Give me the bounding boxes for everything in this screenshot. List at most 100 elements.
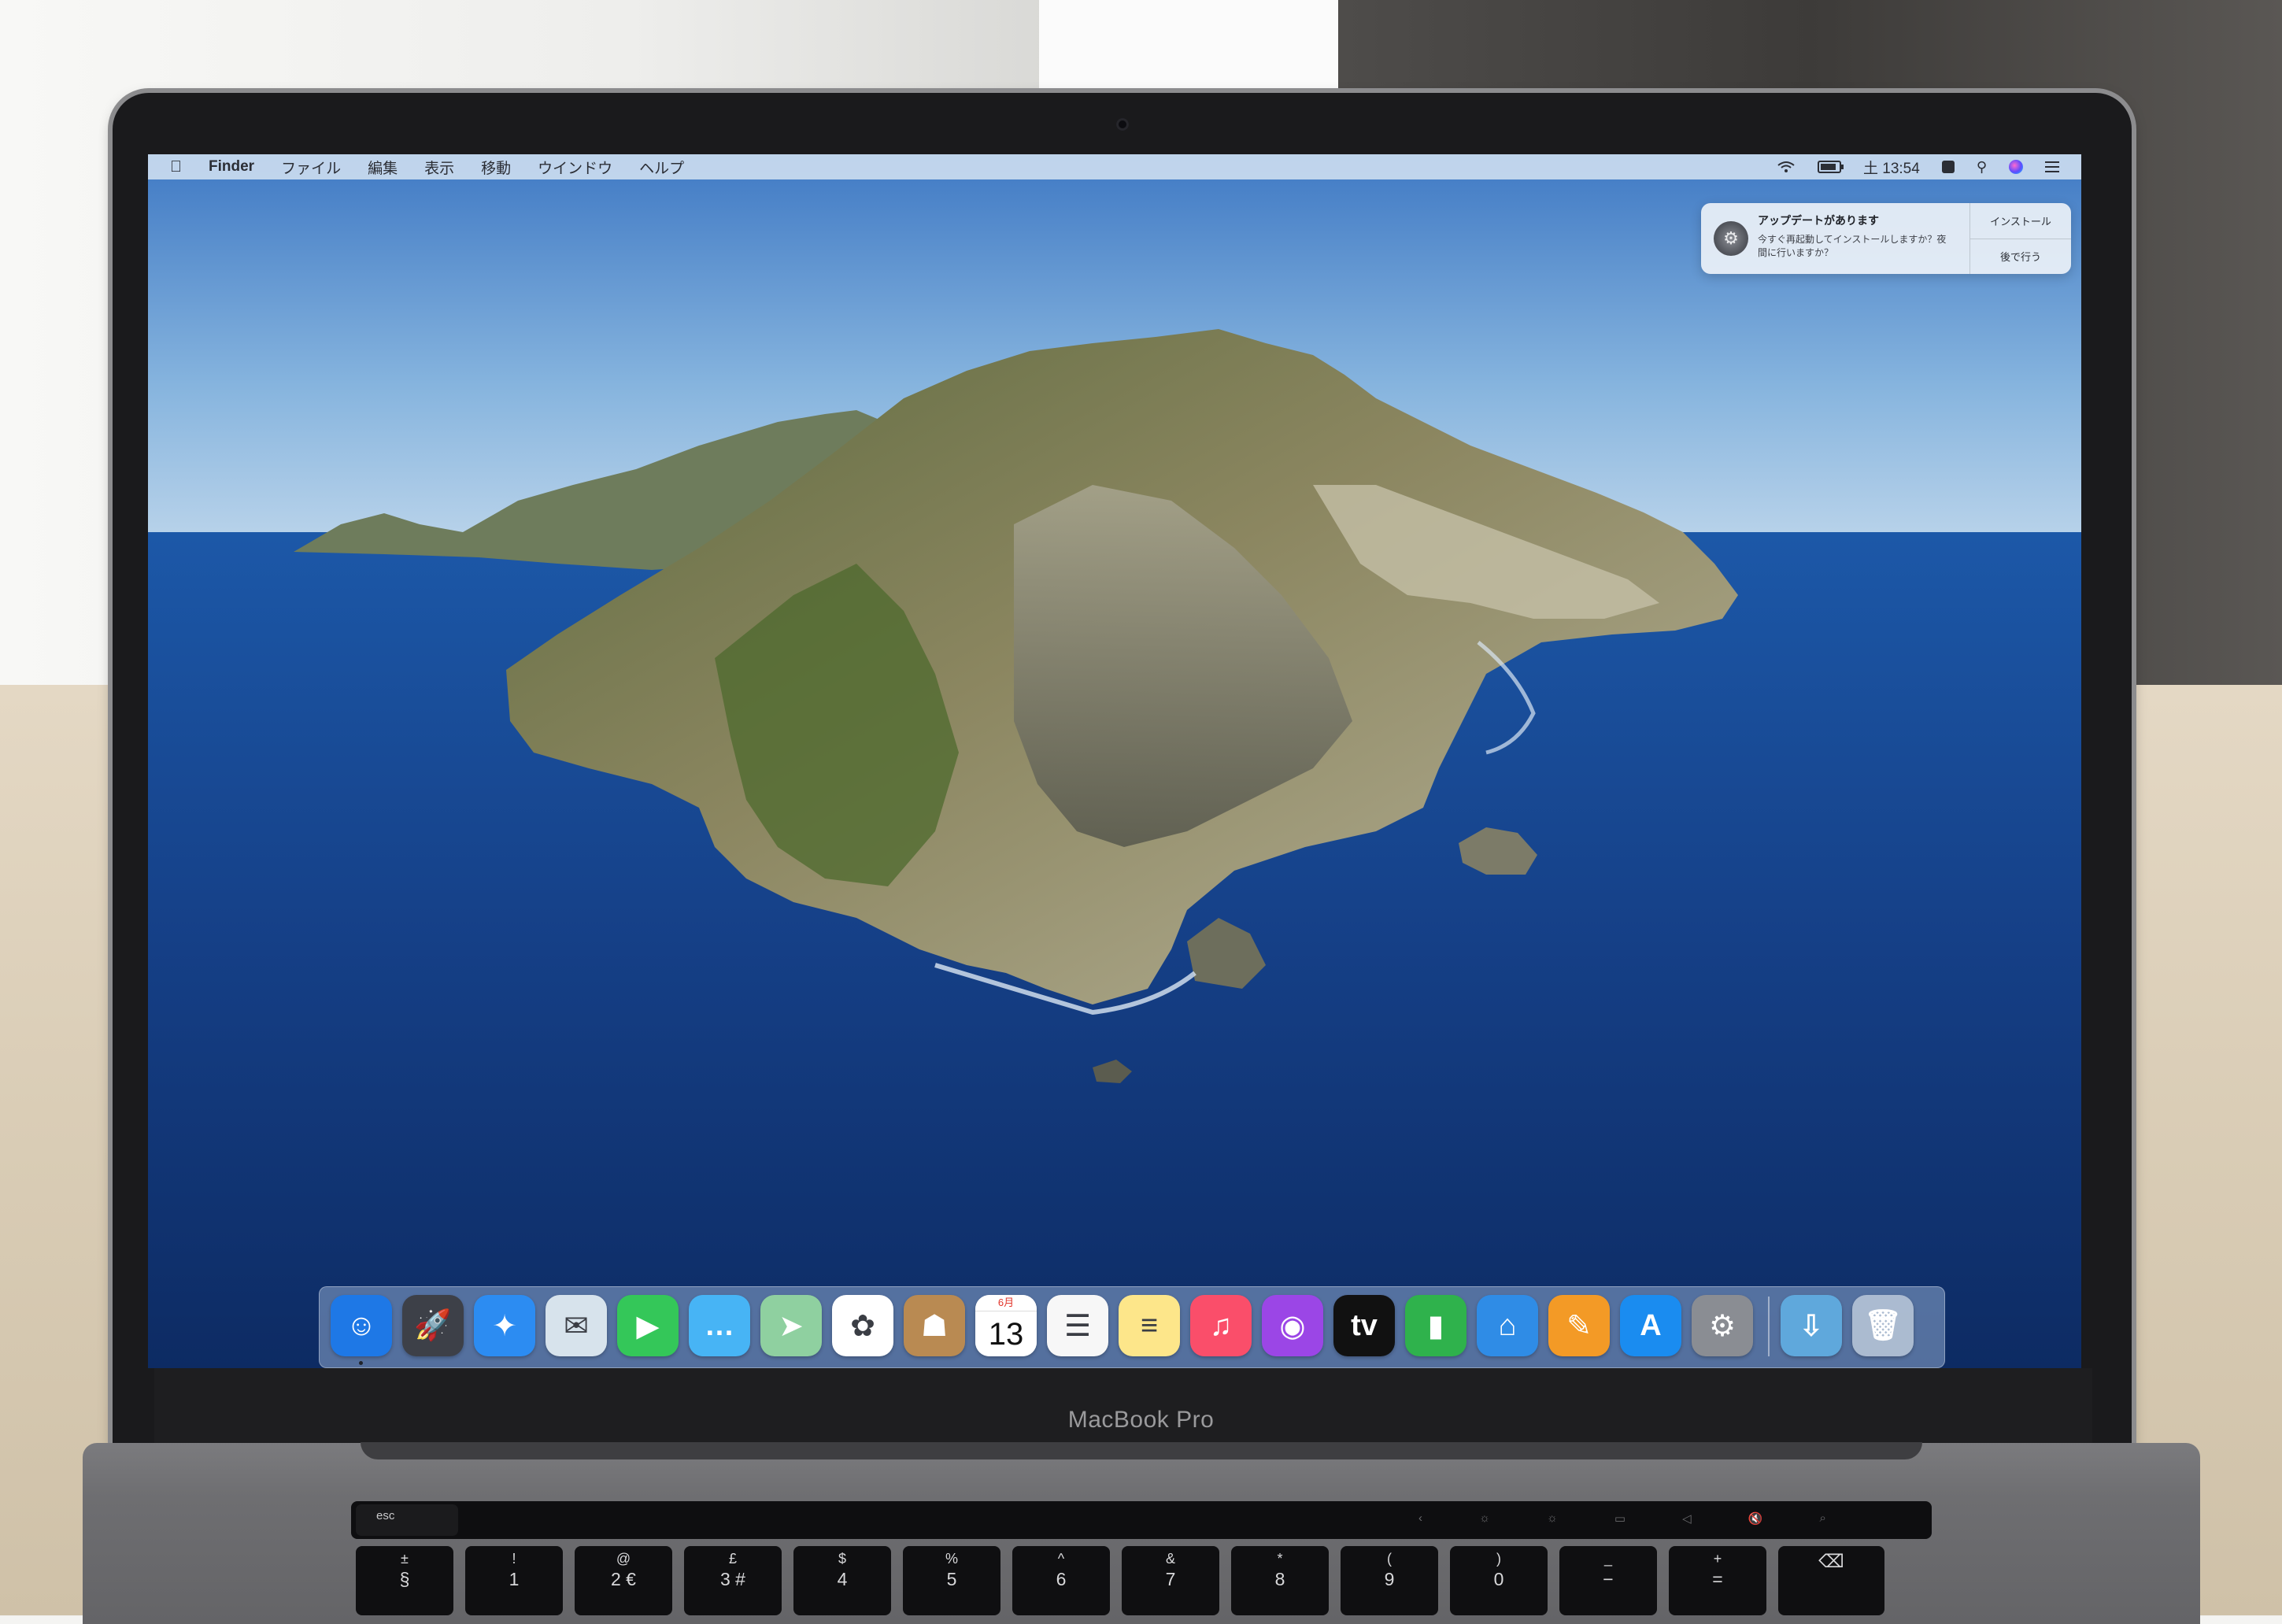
key-top-label: £ — [728, 1551, 737, 1567]
mail-icon[interactable]: ✉ — [546, 1295, 607, 1356]
touch-bar-controls[interactable]: ‹ ☼ ☼ ▭ ◁ 🔇 ⌕ — [1390, 1511, 1855, 1529]
key-0[interactable]: ± § — [356, 1546, 453, 1615]
notification-center-icon[interactable] — [2045, 161, 2059, 172]
finder-icon[interactable]: ☺ — [331, 1295, 392, 1356]
key-top-label: + — [1713, 1551, 1722, 1567]
touchbar-control-1[interactable]: ☼ — [1479, 1511, 1490, 1529]
touchbar-control-4[interactable]: ◁ — [1682, 1511, 1692, 1529]
photos-icon[interactable]: ✿ — [832, 1295, 893, 1356]
update-notification[interactable]: ⚙ アップデートがあります 今すぐ再起動してインストールしますか？夜 間に行いま… — [1701, 203, 2071, 274]
touchbar-control-5[interactable]: 🔇 — [1748, 1511, 1763, 1529]
install-button[interactable]: インストール — [1970, 203, 2071, 239]
tv-icon[interactable]: tv — [1333, 1295, 1395, 1356]
key-11[interactable]: _ − — [1559, 1546, 1657, 1615]
key-top-label: & — [1165, 1551, 1175, 1567]
podcasts-icon-glyph: ◉ — [1279, 1309, 1306, 1343]
notes-icon[interactable]: ≡ — [1119, 1295, 1180, 1356]
app-store-icon[interactable]: A — [1620, 1295, 1681, 1356]
menu-file[interactable]: ファイル — [281, 157, 341, 178]
user-icon[interactable] — [1941, 161, 1955, 173]
podcasts-icon[interactable]: ◉ — [1262, 1295, 1323, 1356]
key-bottom-label: 3 # — [720, 1569, 745, 1589]
key-7[interactable]: & 7 — [1122, 1546, 1219, 1615]
menu-clock[interactable]: 土 13:54 — [1863, 157, 1920, 178]
key-bottom-label: ⌫ — [1818, 1551, 1844, 1571]
numbers-icon-glyph: ▮ — [1427, 1309, 1444, 1343]
key-8[interactable]: * 8 — [1231, 1546, 1329, 1615]
camera-icon — [1116, 118, 1129, 131]
key-9[interactable]: (9 — [1341, 1546, 1438, 1615]
contacts-icon-glyph: ☗ — [920, 1309, 949, 1343]
key-2[interactable]: @2 € — [575, 1546, 672, 1615]
reminders-icon[interactable]: ☰ — [1047, 1295, 1108, 1356]
key-3[interactable]: £3 # — [684, 1546, 782, 1615]
key-1[interactable]: ! 1 — [465, 1546, 563, 1615]
key-top-label: @ — [616, 1551, 631, 1567]
messages-icon[interactable]: … — [689, 1295, 750, 1356]
later-button[interactable]: 後で行う — [1970, 238, 2071, 275]
numbers-icon[interactable]: ▮ — [1405, 1295, 1466, 1356]
key-6[interactable]: ^ 6 — [1012, 1546, 1110, 1615]
tv-icon-glyph: tv — [1351, 1308, 1378, 1342]
menu-view[interactable]: 表示 — [424, 157, 454, 178]
key-bottom-label: 1 — [509, 1569, 520, 1589]
touchbar-control-6[interactable]: ⌕ — [1820, 1511, 1826, 1529]
key-top-label: % — [945, 1551, 958, 1567]
menu-app-name[interactable]: Finder — [209, 158, 254, 176]
finder-icon-glyph: ☺ — [346, 1308, 377, 1342]
system-preferences-icon-glyph: ⚙ — [1708, 1309, 1736, 1343]
notification-body: 今すぐ再起動してインストールしますか？夜 間に行いますか？ — [1758, 233, 1964, 260]
wifi-icon[interactable] — [1777, 161, 1796, 173]
touchbar-control-0[interactable]: ‹ — [1418, 1511, 1422, 1529]
key-12[interactable]: + = — [1669, 1546, 1766, 1615]
system-preferences-icon[interactable]: ⚙ — [1692, 1295, 1753, 1356]
menu-bar:  Finder ファイル 編集 表示 移動 ウインドウ ヘルプ 土 13:54… — [148, 154, 2081, 179]
music-icon-glyph: ♫ — [1209, 1308, 1233, 1342]
key-4[interactable]: $4 — [793, 1546, 891, 1615]
notification-title: アップデートがあります — [1758, 214, 1879, 227]
key-bottom-label: 2 € — [611, 1569, 636, 1589]
menu-edit[interactable]: 編集 — [368, 157, 398, 178]
facetime-icon[interactable]: ▶ — [617, 1295, 679, 1356]
key-bottom-label: § — [399, 1569, 410, 1589]
trash-icon[interactable]: 🗑 — [1852, 1295, 1914, 1356]
contacts-icon[interactable]: ☗ — [904, 1295, 965, 1356]
calendar-month: 6月 — [975, 1295, 1037, 1311]
mail-icon-glyph: ✉ — [564, 1309, 589, 1343]
music-icon[interactable]: ♫ — [1190, 1295, 1252, 1356]
maps-icon[interactable]: ➤ — [760, 1295, 822, 1356]
hinge — [361, 1442, 1922, 1459]
desktop-wallpaper — [148, 154, 2081, 1368]
key-bottom-label: = — [1712, 1569, 1723, 1589]
key-10[interactable]: ) 0 — [1450, 1546, 1548, 1615]
pages-icon[interactable]: ✎ — [1548, 1295, 1610, 1356]
calendar-icon[interactable]: 6月 13 — [975, 1295, 1037, 1356]
key-bottom-label: 5 — [946, 1569, 957, 1589]
menu-go[interactable]: 移動 — [481, 157, 511, 178]
notes-icon-glyph: ≡ — [1140, 1308, 1159, 1342]
photos-icon-glyph: ✿ — [850, 1309, 875, 1343]
downloads-folder-icon[interactable]: ⇩ — [1781, 1295, 1842, 1356]
menu-window[interactable]: ウインドウ — [538, 157, 612, 178]
key-top-label: _ — [1603, 1551, 1612, 1567]
facetime-icon-glyph: ▶ — [636, 1309, 660, 1343]
key-13[interactable]: ⌫ — [1778, 1546, 1884, 1615]
running-indicator — [359, 1361, 363, 1365]
key-top-label: ( — [1387, 1551, 1392, 1567]
key-5[interactable]: % 5 — [903, 1546, 1000, 1615]
touchbar-control-2[interactable]: ☼ — [1547, 1511, 1558, 1529]
esc-key[interactable]: esc — [356, 1504, 458, 1536]
touchbar-control-3[interactable]: ▭ — [1614, 1511, 1626, 1529]
keynote-icon[interactable]: ⌂ — [1477, 1295, 1538, 1356]
siri-icon[interactable] — [2009, 160, 2023, 174]
key-bottom-label: 7 — [1165, 1569, 1176, 1589]
safari-icon[interactable]: ✦ — [474, 1295, 535, 1356]
battery-icon[interactable] — [1817, 161, 1844, 173]
launchpad-icon[interactable]: 🚀 — [402, 1295, 464, 1356]
apple-menu-icon[interactable]:  — [170, 158, 182, 176]
spotlight-search-icon[interactable]: ⚲ — [1977, 159, 1987, 176]
model-label: MacBook Pro — [1067, 1407, 1215, 1433]
menu-help[interactable]: ヘルプ — [639, 157, 684, 178]
maps-icon-glyph: ➤ — [779, 1309, 804, 1343]
key-top-label: ) — [1496, 1551, 1501, 1567]
